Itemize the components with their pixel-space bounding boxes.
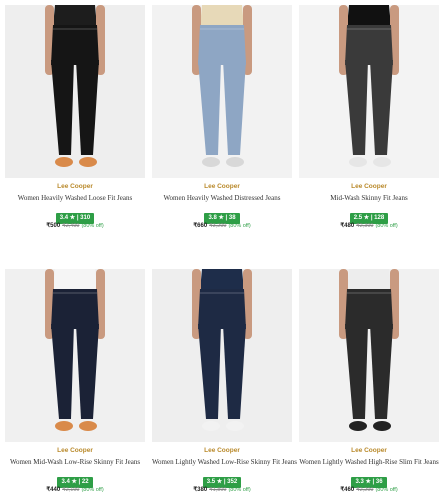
shoe <box>79 421 97 431</box>
model-top <box>347 5 391 27</box>
jeans-hips <box>198 25 246 65</box>
product-title[interactable]: Women Heavily Washed Distressed Jeans <box>152 193 292 203</box>
model-top <box>53 5 97 27</box>
product-grid: Lee Cooper Women Heavily Washed Loose Fi… <box>0 0 444 500</box>
shoe <box>226 157 244 167</box>
product-photo <box>299 269 439 442</box>
product-photo <box>299 5 439 178</box>
product-mrp: ₹2,399 <box>356 223 374 229</box>
product-price: ₹480 <box>340 223 355 229</box>
jeans-hips <box>51 25 99 65</box>
product-brand: Lee Cooper <box>351 447 387 454</box>
model-top <box>200 5 244 27</box>
product-card[interactable]: Lee Cooper Women Heavily Washed Distress… <box>152 5 292 231</box>
product-image[interactable] <box>152 5 292 178</box>
product-brand: Lee Cooper <box>204 183 240 190</box>
shoe <box>349 421 367 431</box>
jeans-hips <box>51 289 99 329</box>
model-top <box>347 269 391 291</box>
shoe <box>226 421 244 431</box>
product-brand: Lee Cooper <box>204 447 240 454</box>
product-discount: (80% off) <box>81 223 104 229</box>
product-card[interactable]: Lee Cooper Women Mid-Wash Low-Rise Skinn… <box>5 269 145 495</box>
product-photo <box>152 5 292 178</box>
product-title[interactable]: Mid-Wash Skinny Fit Jeans <box>299 193 439 203</box>
product-title[interactable]: Women Heavily Washed Loose Fit Jeans <box>5 193 145 203</box>
model-top <box>200 269 244 291</box>
product-image[interactable] <box>5 269 145 442</box>
shoe <box>373 157 391 167</box>
jeans-hips <box>345 25 393 65</box>
shoe <box>202 157 220 167</box>
product-discount: (80% off) <box>375 223 398 229</box>
shoe <box>202 421 220 431</box>
product-brand: Lee Cooper <box>57 183 93 190</box>
shoe <box>79 157 97 167</box>
product-brand: Lee Cooper <box>57 447 93 454</box>
product-image[interactable] <box>299 5 439 178</box>
product-photo <box>152 269 292 442</box>
product-mrp: ₹2,199 <box>62 487 80 493</box>
product-mrp: ₹2,499 <box>62 223 80 229</box>
product-discount: (80% off) <box>375 487 398 493</box>
product-image[interactable] <box>152 269 292 442</box>
product-title[interactable]: Women Lightly Washed High-Rise Slim Fit … <box>299 457 439 467</box>
product-image[interactable] <box>5 5 145 178</box>
product-photo <box>5 5 145 178</box>
shoe <box>349 157 367 167</box>
product-mrp: ₹2,299 <box>356 487 374 493</box>
shoe <box>55 157 73 167</box>
product-brand: Lee Cooper <box>351 183 387 190</box>
product-price: ₹460 <box>340 487 355 493</box>
product-price: ₹500 <box>46 223 61 229</box>
shoe <box>373 421 391 431</box>
product-discount: (80% off) <box>228 223 251 229</box>
model-top <box>53 269 97 291</box>
product-mrp: ₹3,299 <box>209 223 227 229</box>
product-price: ₹380 <box>193 487 208 493</box>
product-title[interactable]: Women Mid-Wash Low-Rise Skinny Fit Jeans <box>5 457 145 467</box>
product-card[interactable]: Lee Cooper Women Heavily Washed Loose Fi… <box>5 5 145 231</box>
product-card[interactable]: Lee Cooper Mid-Wash Skinny Fit Jeans 2.5… <box>299 5 439 231</box>
jeans-hips <box>198 289 246 329</box>
product-card[interactable]: Lee Cooper Women Lightly Washed High-Ris… <box>299 269 439 495</box>
product-discount: (80% off) <box>81 487 104 493</box>
product-discount: (80% off) <box>228 487 251 493</box>
product-price: ₹660 <box>193 223 208 229</box>
product-photo <box>5 269 145 442</box>
shoe <box>55 421 73 431</box>
product-mrp: ₹1,899 <box>209 487 227 493</box>
product-title[interactable]: Women Lightly Washed Low-Rise Skinny Fit… <box>152 457 297 467</box>
jeans-hips <box>345 289 393 329</box>
product-card[interactable]: Lee Cooper Women Lightly Washed Low-Rise… <box>152 269 297 495</box>
product-image[interactable] <box>299 269 439 442</box>
product-price: ₹440 <box>46 487 61 493</box>
